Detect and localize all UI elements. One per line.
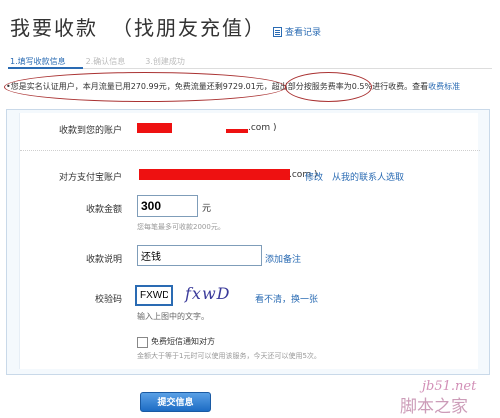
- annotation-ellipse: [4, 72, 286, 102]
- page-subtitle: （找朋友充值）: [112, 15, 266, 40]
- submit-button[interactable]: 提交信息: [140, 392, 211, 412]
- page-header: 我要收款 （找朋友充值）: [10, 10, 266, 42]
- step-indicator: 1.填写收款信息 2.确认信息 3.创建成功: [10, 56, 185, 67]
- description-input[interactable]: [137, 245, 262, 266]
- page-title: 我要收款: [10, 15, 98, 40]
- row-divider: [20, 150, 480, 151]
- notice-text-3: 进行收费。查看: [372, 82, 429, 91]
- amount-hint: 您每笔最多可收款2000元。: [137, 223, 225, 231]
- document-icon: [273, 26, 282, 37]
- form-panel: [19, 113, 478, 369]
- step-2: 2.确认信息: [85, 57, 126, 66]
- annotation-ellipse: [285, 72, 372, 102]
- amount-input[interactable]: [137, 195, 198, 217]
- sms-notify-label: 免费短信通知对方: [151, 337, 215, 346]
- view-records-label: 查看记录: [285, 28, 322, 38]
- choose-contact-link[interactable]: 从我的联系人选取: [332, 170, 404, 183]
- amount-label: 收款金额: [85, 205, 122, 215]
- receive-account-suffix: .com ): [248, 123, 277, 133]
- captcha-input[interactable]: [135, 285, 173, 306]
- view-records-link[interactable]: 查看记录: [273, 25, 321, 38]
- collection-form: [6, 109, 490, 375]
- step-active-bar: [8, 67, 83, 69]
- redacted-account: [137, 123, 172, 133]
- payer-edit-link[interactable]: 修改: [305, 170, 323, 183]
- watermark-name: 脚本之家: [400, 397, 468, 417]
- redacted-payer-account: [139, 169, 290, 180]
- amount-unit: 元: [202, 204, 212, 214]
- fee-standard-link[interactable]: 收费标准: [428, 82, 460, 91]
- description-label: 收款说明: [85, 255, 122, 265]
- captcha-label: 校验码: [94, 295, 122, 305]
- captcha-image[interactable]: fxwD: [185, 284, 230, 303]
- captcha-refresh-link[interactable]: 看不清，换一张: [255, 292, 318, 305]
- captcha-hint: 输入上图中的文字。: [137, 312, 209, 321]
- sms-notify-hint: 金额大于等于1元时可以使用该服务，今天还可以使用5次。: [137, 352, 321, 360]
- sms-notify-checkbox[interactable]: [137, 337, 148, 348]
- step-3: 3.创建成功: [145, 57, 185, 66]
- redacted-account: [226, 129, 248, 133]
- add-remark-link[interactable]: 添加备注: [265, 252, 301, 265]
- step-1: 1.填写收款信息: [10, 57, 66, 66]
- payer-account-label: 对方支付宝账户: [58, 173, 122, 183]
- receive-account-label: 收款到您的账户: [58, 126, 122, 136]
